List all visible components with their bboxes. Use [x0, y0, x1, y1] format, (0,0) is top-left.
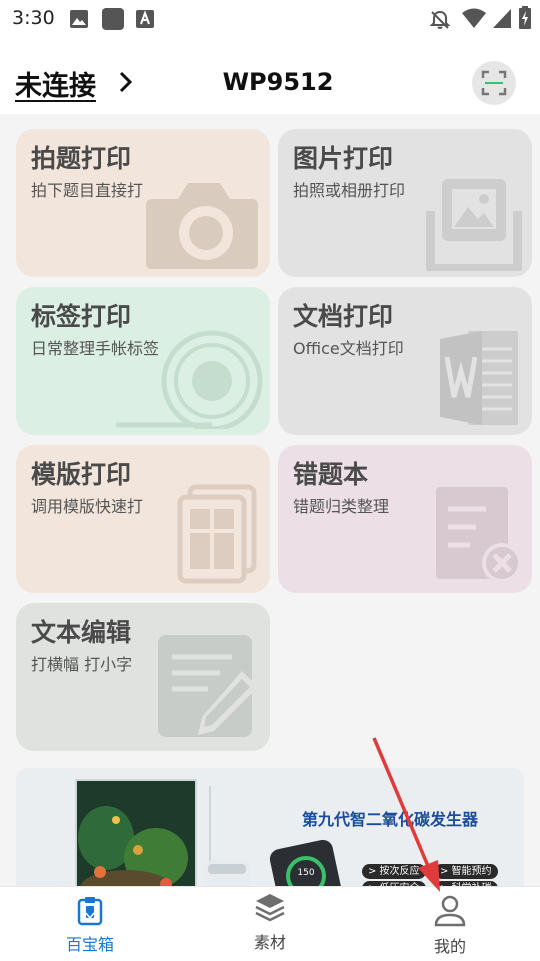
battery-charging-icon	[519, 6, 531, 29]
label-print-card[interactable]: 标签打印 日常整理手帐标签	[16, 287, 270, 435]
card-subtitle: 打横幅 打小字	[31, 655, 133, 674]
layers-icon	[255, 894, 285, 922]
banner-headline: 第九代智二氧化碳发生器	[302, 810, 479, 829]
card-title: 拍题打印	[31, 144, 132, 173]
gauge-value: 150	[297, 868, 315, 878]
nav-label: 百宝箱	[65, 935, 114, 954]
card-subtitle: 错题归类整理	[293, 497, 390, 516]
nav-label: 我的	[433, 937, 466, 956]
scan-button[interactable]	[472, 61, 516, 105]
app-header: 未连接 WP9512	[0, 50, 540, 116]
nav-profile[interactable]: 我的	[360, 887, 540, 961]
card-title: 模版打印	[31, 460, 132, 489]
image-print-card[interactable]: 图片打印 拍照或相册打印	[278, 129, 532, 277]
feature-tag: > 智能预约	[434, 864, 498, 879]
nav-toolbox[interactable]: 百宝箱	[0, 887, 180, 961]
card-subtitle: 调用模版快速打	[31, 497, 144, 516]
card-title: 文本编辑	[31, 618, 132, 647]
nav-label: 素材	[253, 933, 286, 952]
wifi-icon	[462, 8, 486, 28]
wrong-notebook-icon	[436, 487, 522, 583]
camera-icon	[146, 183, 258, 269]
mute-icon	[429, 10, 451, 29]
signal-icon	[493, 9, 511, 28]
feature-tag: > 按次反应	[362, 864, 426, 879]
template-print-card[interactable]: 模版打印 调用模版快速打	[16, 445, 270, 593]
font-notification-icon	[136, 10, 154, 28]
scan-icon	[481, 70, 507, 96]
toolbox-grid: 拍题打印 拍下题目直接打 图片打印 拍照或相册打印 标签打印 日常整理手帐标签	[0, 114, 540, 908]
word-doc-icon	[440, 331, 518, 425]
card-title: 错题本	[293, 460, 369, 489]
text-edit-card[interactable]: 文本编辑 打横幅 打小字	[16, 603, 270, 751]
gallery-notification-icon	[70, 10, 88, 28]
card-title: 文档打印	[293, 302, 394, 331]
tape-roll-icon	[116, 330, 263, 429]
wrong-question-book-card[interactable]: 错题本 错题归类整理	[278, 445, 532, 593]
edit-text-icon	[158, 635, 258, 737]
card-title: 图片打印	[293, 144, 394, 173]
toolbox-icon	[77, 897, 103, 926]
card-subtitle: 拍照或相册打印	[293, 181, 406, 200]
photo-print-icon	[426, 179, 522, 271]
bottom-nav: 百宝箱 素材 我的	[0, 886, 540, 961]
document-print-card[interactable]: 文档打印 Office文档打印	[278, 287, 532, 435]
status-bar: 3:30	[0, 0, 540, 38]
card-subtitle: 拍下题目直接打	[31, 181, 144, 200]
device-name: WP9512	[222, 68, 334, 96]
photo-question-print-card[interactable]: 拍题打印 拍下题目直接打	[16, 129, 270, 277]
nav-materials[interactable]: 素材	[180, 887, 360, 961]
app-notification-icon	[102, 8, 124, 30]
user-icon	[434, 895, 466, 927]
template-icon	[177, 484, 257, 584]
card-subtitle: Office文档打印	[293, 339, 404, 358]
status-time: 3:30	[12, 7, 55, 29]
